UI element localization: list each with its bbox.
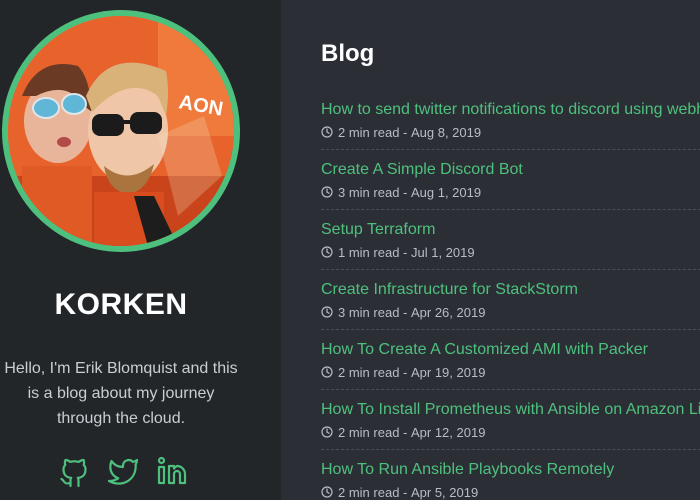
post-date: Apr 12, 2019 bbox=[410, 424, 486, 440]
clock-icon bbox=[321, 486, 333, 498]
post-title-link[interactable]: How To Run Ansible Playbooks Remotely bbox=[321, 460, 700, 480]
avatar-ring: AON bbox=[2, 10, 240, 252]
post-meta-separator: - bbox=[399, 124, 411, 140]
post-date: Jul 1, 2019 bbox=[410, 244, 475, 260]
post-date: Apr 26, 2019 bbox=[410, 304, 486, 320]
post-meta: 2 min read - Apr 5, 2019 bbox=[321, 483, 700, 500]
post-date: Apr 5, 2019 bbox=[410, 484, 479, 500]
post-title-link[interactable]: How To Create A Customized AMI with Pack… bbox=[321, 340, 700, 360]
post-meta-separator: - bbox=[399, 244, 411, 260]
post-list: How to send twitter notifications to dis… bbox=[321, 90, 700, 500]
post-list-item: Setup Terraform 1 min read - Jul 1, 2019 bbox=[321, 210, 700, 270]
post-meta: 2 min read - Apr 19, 2019 bbox=[321, 363, 700, 381]
post-title-link[interactable]: How to send twitter notifications to dis… bbox=[321, 100, 700, 120]
post-read-time: 1 min read bbox=[338, 244, 400, 260]
page-title: Blog bbox=[321, 40, 375, 67]
post-meta-separator: - bbox=[399, 184, 411, 200]
post-read-time: 2 min read bbox=[338, 424, 400, 440]
post-title-link[interactable]: Create Infrastructure for StackStorm bbox=[321, 280, 700, 300]
post-list-item: Create Infrastructure for StackStorm 3 m… bbox=[321, 270, 700, 330]
post-meta: 1 min read - Jul 1, 2019 bbox=[321, 243, 700, 261]
post-date: Apr 19, 2019 bbox=[410, 364, 486, 380]
post-meta-separator: - bbox=[399, 304, 411, 320]
bio-text: Hello, I'm Erik Blomquist and this is a … bbox=[4, 360, 238, 427]
social-links bbox=[58, 455, 188, 489]
post-list-item: How To Install Prometheus with Ansible o… bbox=[321, 390, 700, 450]
post-meta: 2 min read - Apr 12, 2019 bbox=[321, 423, 700, 441]
clock-icon bbox=[321, 306, 333, 318]
post-date: Aug 1, 2019 bbox=[410, 184, 482, 200]
post-list-item: How To Create A Customized AMI with Pack… bbox=[321, 330, 700, 390]
post-title-link[interactable]: How To Install Prometheus with Ansible o… bbox=[321, 400, 700, 420]
post-meta-separator: - bbox=[399, 424, 411, 440]
post-meta-separator: - bbox=[399, 364, 411, 380]
clock-icon bbox=[321, 246, 333, 258]
post-date: Aug 8, 2019 bbox=[410, 124, 482, 140]
post-read-time: 2 min read bbox=[338, 364, 400, 380]
post-title-link[interactable]: Create A Simple Discord Bot bbox=[321, 160, 700, 180]
post-read-time: 3 min read bbox=[338, 184, 400, 200]
linkedin-icon[interactable] bbox=[156, 455, 188, 487]
post-read-time: 3 min read bbox=[338, 304, 400, 320]
post-meta: 2 min read - Aug 8, 2019 bbox=[321, 123, 700, 141]
post-read-time: 2 min read bbox=[338, 124, 400, 140]
post-title-link[interactable]: Setup Terraform bbox=[321, 220, 700, 240]
main-content: Blog How to send twitter notifications t… bbox=[281, 0, 700, 500]
twitter-icon[interactable] bbox=[107, 455, 139, 487]
post-list-item: Create A Simple Discord Bot 3 min read -… bbox=[321, 150, 700, 210]
post-meta: 3 min read - Apr 26, 2019 bbox=[321, 303, 700, 321]
avatar[interactable]: AON bbox=[8, 16, 234, 246]
clock-icon bbox=[321, 186, 333, 198]
clock-icon bbox=[321, 426, 333, 438]
post-meta: 3 min read - Aug 1, 2019 bbox=[321, 183, 700, 201]
post-meta-separator: - bbox=[399, 484, 411, 500]
sidebar: AON KORKEN Hello, I'm Erik Blomquist and… bbox=[0, 0, 281, 500]
post-list-item: How to send twitter notifications to dis… bbox=[321, 90, 700, 150]
github-icon[interactable] bbox=[58, 455, 90, 488]
post-read-time: 2 min read bbox=[338, 484, 400, 500]
site-title[interactable]: KORKEN bbox=[0, 288, 242, 322]
post-list-item: How To Run Ansible Playbooks Remotely 2 … bbox=[321, 450, 700, 500]
clock-icon bbox=[321, 366, 333, 378]
avatar-photo: AON bbox=[8, 16, 234, 246]
page: AON KORKEN Hello, I'm Erik Blomquist and… bbox=[0, 0, 700, 500]
clock-icon bbox=[321, 126, 333, 138]
